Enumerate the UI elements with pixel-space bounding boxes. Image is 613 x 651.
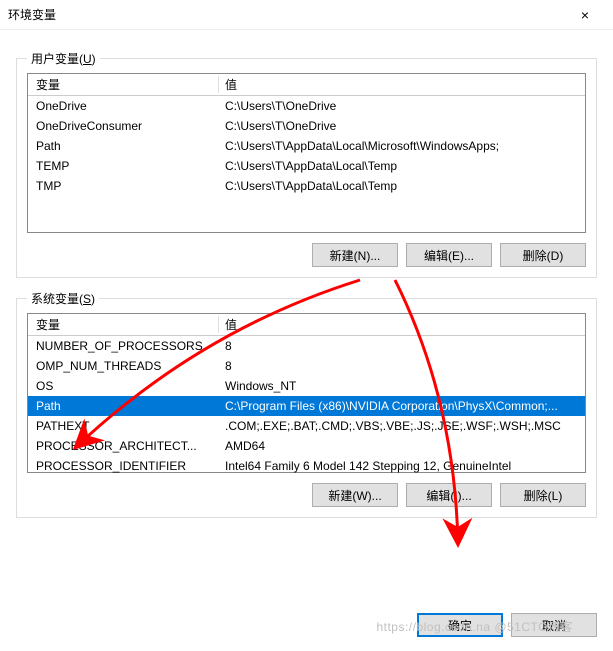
table-row[interactable]: NUMBER_OF_PROCESSORS8 (28, 336, 585, 356)
cell-name: NUMBER_OF_PROCESSORS (28, 339, 218, 353)
cell-value: C:\Users\T\AppData\Local\Temp (218, 179, 585, 193)
table-row[interactable]: PathC:\Users\T\AppData\Local\Microsoft\W… (28, 136, 585, 156)
col-header-name[interactable]: 变量 (28, 316, 218, 333)
cell-value: C:\Users\T\OneDrive (218, 99, 585, 113)
cell-name: Path (28, 399, 218, 413)
cell-value: .COM;.EXE;.BAT;.CMD;.VBS;.VBE;.JS;.JSE;.… (218, 419, 585, 433)
titlebar: 环境变量 × (0, 0, 613, 30)
cell-value: C:\Program Files (x86)\NVIDIA Corporatio… (218, 399, 585, 413)
cell-name: OMP_NUM_THREADS (28, 359, 218, 373)
col-header-name[interactable]: 变量 (28, 76, 218, 93)
cell-name: PROCESSOR_IDENTIFIER (28, 459, 218, 473)
window-title: 环境变量 (8, 6, 565, 23)
system-new-button[interactable]: 新建(W)... (312, 483, 398, 507)
system-variables-section: 系统变量(S) 变量 值 NUMBER_OF_PROCESSORS8OMP_NU… (16, 298, 597, 518)
cell-value: AMD64 (218, 439, 585, 453)
system-edit-button[interactable]: 编辑(I)... (406, 483, 492, 507)
cell-value: 8 (218, 359, 585, 373)
table-row[interactable]: OneDriveC:\Users\T\OneDrive (28, 96, 585, 116)
legend-key: S (83, 292, 91, 306)
user-button-row: 新建(N)... 编辑(E)... 删除(D) (27, 243, 586, 267)
col-header-value[interactable]: 值 (218, 316, 585, 333)
cell-name: OneDriveConsumer (28, 119, 218, 133)
cell-name: TEMP (28, 159, 218, 173)
cancel-button[interactable]: 取消 (511, 613, 597, 637)
table-header: 变量 值 (28, 74, 585, 96)
table-row[interactable]: TEMPC:\Users\T\AppData\Local\Temp (28, 156, 585, 176)
table-header: 变量 值 (28, 314, 585, 336)
user-new-button[interactable]: 新建(N)... (312, 243, 398, 267)
legend-prefix: 用户变量( (31, 52, 83, 66)
table-row[interactable]: PROCESSOR_IDENTIFIERIntel64 Family 6 Mod… (28, 456, 585, 474)
table-row[interactable]: PATHEXT.COM;.EXE;.BAT;.CMD;.VBS;.VBE;.JS… (28, 416, 585, 436)
cell-name: OS (28, 379, 218, 393)
user-variables-section: 用户变量(U) 变量 值 OneDriveC:\Users\T\OneDrive… (16, 58, 597, 278)
system-table-body[interactable]: NUMBER_OF_PROCESSORS8OMP_NUM_THREADS8OSW… (28, 336, 585, 474)
system-section-legend: 系统变量(S) (27, 290, 99, 307)
legend-key: U (83, 52, 92, 66)
cell-value: Intel64 Family 6 Model 142 Stepping 12, … (218, 459, 585, 473)
close-button[interactable]: × (565, 7, 605, 23)
system-delete-button[interactable]: 删除(L) (500, 483, 586, 507)
system-variables-table[interactable]: 变量 值 NUMBER_OF_PROCESSORS8OMP_NUM_THREAD… (27, 313, 586, 473)
user-table-body[interactable]: OneDriveC:\Users\T\OneDriveOneDriveConsu… (28, 96, 585, 234)
table-row[interactable]: OneDriveConsumerC:\Users\T\OneDrive (28, 116, 585, 136)
cell-value: C:\Users\T\OneDrive (218, 119, 585, 133)
cell-name: PROCESSOR_ARCHITECT... (28, 439, 218, 453)
cell-name: PATHEXT (28, 419, 218, 433)
table-row[interactable]: OSWindows_NT (28, 376, 585, 396)
ok-button[interactable]: 确定 (417, 613, 503, 637)
cell-value: C:\Users\T\AppData\Local\Temp (218, 159, 585, 173)
user-edit-button[interactable]: 编辑(E)... (406, 243, 492, 267)
cell-value: Windows_NT (218, 379, 585, 393)
table-row[interactable]: OMP_NUM_THREADS8 (28, 356, 585, 376)
dialog-buttons: 确定 取消 (417, 613, 597, 637)
system-button-row: 新建(W)... 编辑(I)... 删除(L) (27, 483, 586, 507)
user-delete-button[interactable]: 删除(D) (500, 243, 586, 267)
legend-prefix: 系统变量( (31, 292, 83, 306)
table-row[interactable]: PROCESSOR_ARCHITECT...AMD64 (28, 436, 585, 456)
legend-suffix: ) (91, 292, 95, 306)
cell-value: 8 (218, 339, 585, 353)
user-variables-table[interactable]: 变量 值 OneDriveC:\Users\T\OneDriveOneDrive… (27, 73, 586, 233)
cell-value: C:\Users\T\AppData\Local\Microsoft\Windo… (218, 139, 585, 153)
col-header-value[interactable]: 值 (218, 76, 585, 93)
cell-name: OneDrive (28, 99, 218, 113)
table-row[interactable]: PathC:\Program Files (x86)\NVIDIA Corpor… (28, 396, 585, 416)
cell-name: TMP (28, 179, 218, 193)
user-section-legend: 用户变量(U) (27, 50, 100, 67)
cell-name: Path (28, 139, 218, 153)
legend-suffix: ) (92, 52, 96, 66)
table-row[interactable]: TMPC:\Users\T\AppData\Local\Temp (28, 176, 585, 196)
